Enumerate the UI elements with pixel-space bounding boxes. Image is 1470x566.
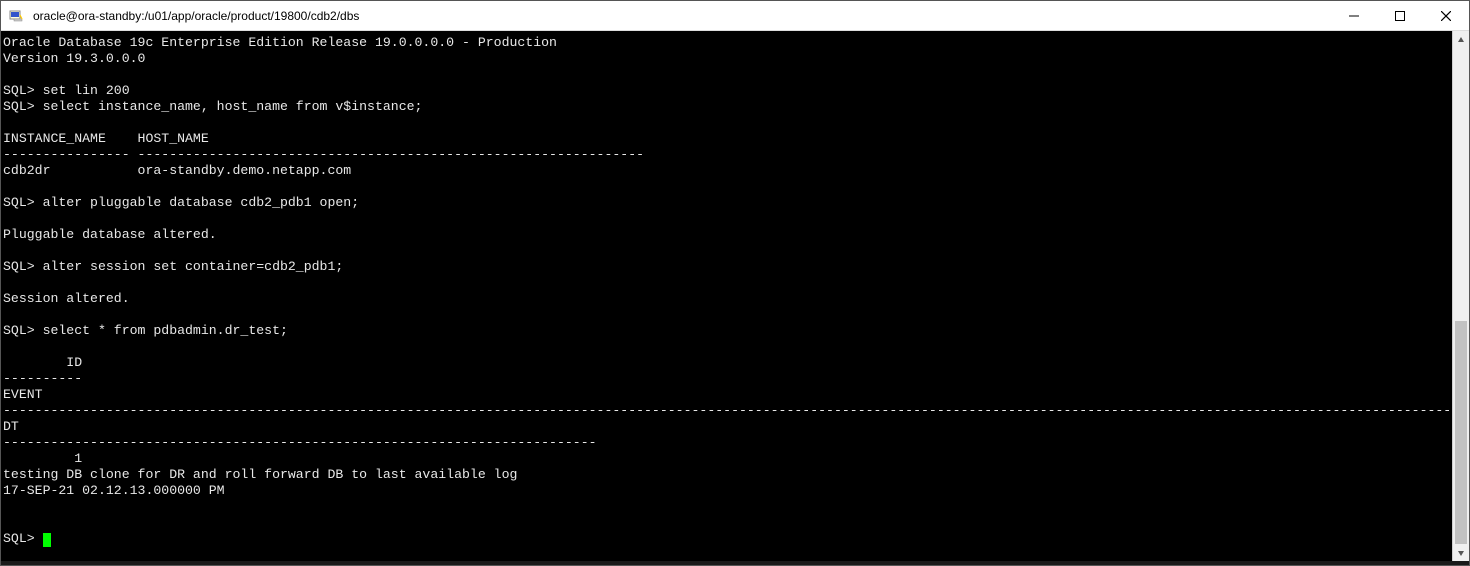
application-window: oracle@ora-standby:/u01/app/oracle/produ… xyxy=(0,0,1470,566)
titlebar[interactable]: oracle@ora-standby:/u01/app/oracle/produ… xyxy=(1,1,1469,31)
window-title: oracle@ora-standby:/u01/app/oracle/produ… xyxy=(33,9,1331,23)
scrollbar-thumb[interactable] xyxy=(1455,321,1467,544)
scroll-up-arrow-icon[interactable] xyxy=(1453,31,1469,48)
maximize-button[interactable] xyxy=(1377,1,1423,31)
close-button[interactable] xyxy=(1423,1,1469,31)
scrollbar-track[interactable] xyxy=(1453,48,1469,544)
vertical-scrollbar[interactable] xyxy=(1452,31,1469,561)
terminal-cursor xyxy=(43,533,51,547)
minimize-button[interactable] xyxy=(1331,1,1377,31)
putty-icon xyxy=(7,6,27,26)
terminal-output[interactable]: Oracle Database 19c Enterprise Edition R… xyxy=(1,31,1452,561)
taskbar-edge xyxy=(1,561,1469,565)
scroll-down-arrow-icon[interactable] xyxy=(1453,544,1469,561)
window-controls xyxy=(1331,1,1469,30)
client-area: Oracle Database 19c Enterprise Edition R… xyxy=(1,31,1469,561)
